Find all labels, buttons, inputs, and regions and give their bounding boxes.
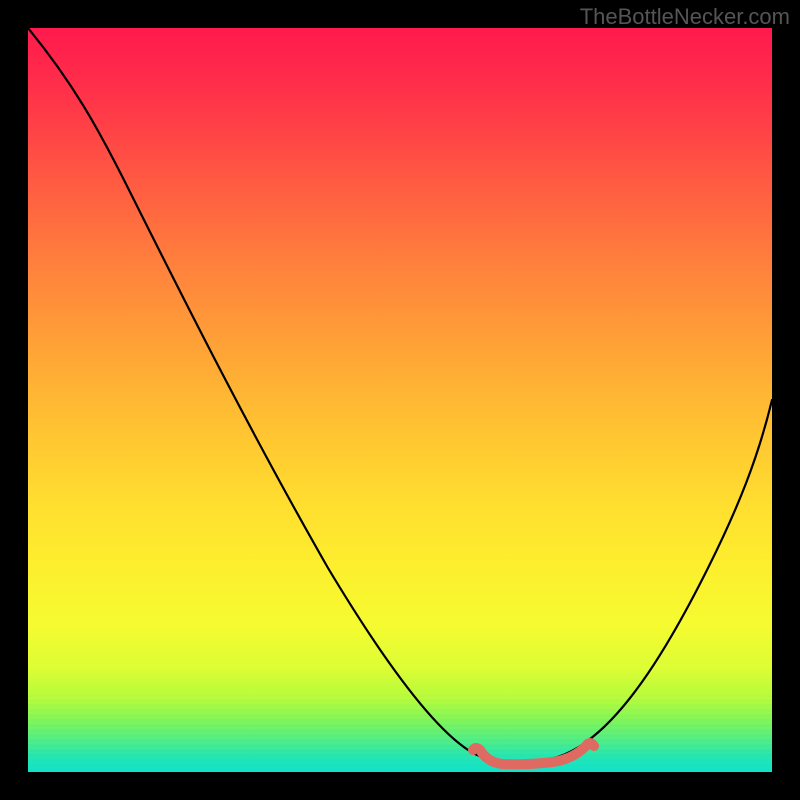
marker-start-dot: [470, 743, 480, 753]
watermark-text: TheBottleNecker.com: [580, 4, 790, 30]
optimal-region-marker: [473, 743, 594, 764]
bottleneck-curve-path: [28, 28, 772, 762]
chart-container: TheBottleNecker.com: [0, 0, 800, 800]
plot-area: [28, 28, 772, 772]
curve-svg: [28, 28, 772, 772]
